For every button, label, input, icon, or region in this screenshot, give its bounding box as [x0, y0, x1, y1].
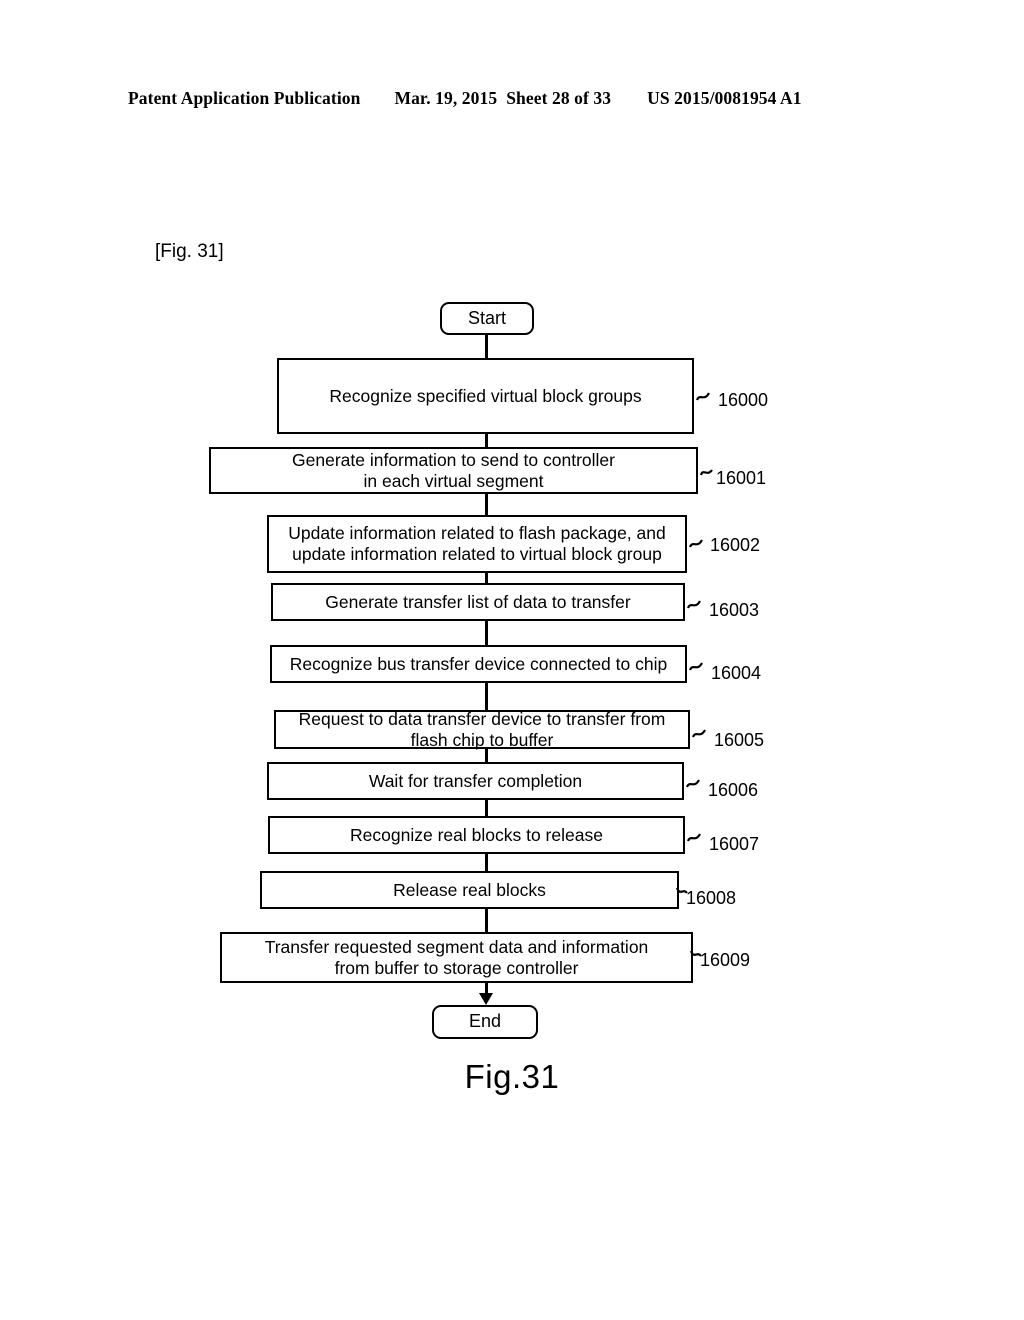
leader-tilde-16006: [685, 777, 704, 791]
flow-node-16005: Request to data transfer device to trans…: [274, 709, 690, 750]
ref-numeral-16008: 16008: [686, 888, 737, 908]
connector-16007-to-16008: [485, 853, 488, 872]
flow-node-16001-line1: Generate information to send to controll…: [292, 449, 615, 470]
flow-node-16001-label: Generate information to send to controll…: [288, 450, 619, 491]
flow-node-16000-label: Recognize specified virtual block groups: [329, 385, 642, 406]
flow-node-16004-label: Recognize bus transfer device connected …: [289, 653, 668, 674]
flow-node-16005-label: Request to data transfer device to trans…: [295, 709, 670, 750]
flow-node-16002-label: Update information related to flash pack…: [284, 523, 669, 564]
flowchart: Start Recognize specified virtual block …: [0, 0, 1024, 1320]
flow-node-16009: Transfer requested segment data and info…: [220, 932, 693, 983]
flow-node-16007-label: Recognize real blocks to release: [350, 824, 603, 845]
connector-start-to-16000: [485, 335, 488, 359]
flow-node-16009-line2: from buffer to storage controller: [334, 957, 579, 978]
flow-node-end: End: [432, 1005, 538, 1039]
flow-node-16004: Recognize bus transfer device connected …: [270, 645, 687, 683]
flow-node-end-label: End: [468, 1011, 502, 1032]
flow-node-16002-line1: Update information related to flash pack…: [288, 523, 666, 544]
connector-16001-to-16002: [485, 493, 488, 516]
connector-16000-to-16001: [485, 433, 488, 448]
flow-node-16001-line2: in each virtual segment: [363, 470, 544, 491]
flow-node-16008-label: Release real blocks: [393, 879, 546, 900]
connector-16008-to-16009: [485, 908, 488, 933]
flow-node-16006-label: Wait for transfer completion: [368, 770, 583, 791]
flow-node-16005-line2: flash chip to buffer: [410, 729, 554, 750]
ref-numeral-16002: 16002: [710, 535, 761, 555]
ref-numeral-16009: 16009: [700, 950, 751, 970]
leader-tilde-16002: [688, 537, 707, 551]
leader-tilde-16000: [695, 390, 714, 404]
leader-tilde-16007: [686, 831, 705, 845]
flow-node-16003: Generate transfer list of data to transf…: [271, 583, 685, 621]
flow-node-16009-label: Transfer requested segment data and info…: [261, 937, 653, 978]
leader-tilde-16003: [686, 598, 705, 612]
flow-node-16002-line2: update information related to virtual bl…: [292, 544, 662, 564]
leader-tilde-16005: [691, 727, 710, 741]
connector-16004-to-16005: [485, 682, 488, 711]
flow-node-16002: Update information related to flash pack…: [267, 515, 687, 573]
flow-node-start-label: Start: [467, 307, 506, 328]
ref-numeral-16006: 16006: [708, 780, 759, 800]
connector-16003-to-16004: [485, 620, 488, 646]
flow-node-16009-line1: Transfer requested segment data and info…: [264, 936, 649, 957]
flow-node-16007: Recognize real blocks to release: [268, 816, 685, 854]
flow-node-16005-line1: Request to data transfer device to trans…: [298, 708, 666, 729]
ref-numeral-16001: 16001: [716, 468, 767, 488]
arrowhead-into-end: [479, 993, 493, 1005]
flow-node-start: Start: [440, 302, 534, 335]
leader-tilde-16004: [688, 660, 707, 674]
ref-numeral-16000: 16000: [718, 390, 769, 410]
ref-numeral-16003: 16003: [709, 600, 760, 620]
flow-node-16001: Generate information to send to controll…: [209, 447, 698, 494]
ref-numeral-16004: 16004: [711, 663, 762, 683]
figure-caption: Fig.31: [464, 1058, 560, 1095]
ref-numeral-16007: 16007: [709, 834, 760, 854]
patent-figure-page: Patent Application Publication Mar. 19, …: [0, 0, 1024, 1320]
flow-node-16006: Wait for transfer completion: [267, 762, 684, 800]
flow-node-16008: Release real blocks: [260, 871, 679, 909]
flow-node-16000: Recognize specified virtual block groups: [277, 358, 694, 434]
connector-16005-to-16006: [485, 749, 488, 763]
connector-16006-to-16007: [485, 800, 488, 817]
flow-node-16003-label: Generate transfer list of data to transf…: [325, 591, 631, 612]
ref-numeral-16005: 16005: [714, 730, 765, 750]
